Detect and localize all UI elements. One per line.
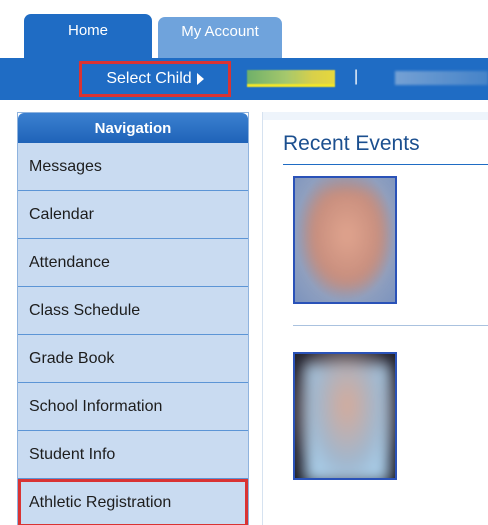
navigation-panel: Navigation Messages Calendar Attendance … [17, 112, 249, 525]
top-tab-bar: Home My Account [0, 0, 488, 60]
nav-item-student-info[interactable]: Student Info [18, 431, 248, 479]
selected-child-name-redacted[interactable] [247, 70, 335, 87]
nav-item-messages[interactable]: Messages [18, 143, 248, 191]
nav-item-class-schedule[interactable]: Class Schedule [18, 287, 248, 335]
nav-item-label: Attendance [29, 253, 110, 271]
select-child-button[interactable]: Select Child [79, 61, 231, 97]
navigation-header: Navigation [18, 113, 248, 143]
nav-item-label: Student Info [29, 445, 116, 463]
nav-item-attendance[interactable]: Attendance [18, 239, 248, 287]
separator: | [354, 68, 359, 85]
tab-home-label: Home [67, 22, 108, 39]
tab-my-account-label: My Account [181, 23, 259, 40]
blurred-photo-content [307, 190, 387, 290]
nav-item-label: Calendar [29, 205, 94, 223]
nav-item-label: Class Schedule [29, 301, 141, 319]
select-child-label: Select Child [106, 70, 192, 87]
tab-my-account[interactable]: My Account [158, 17, 282, 60]
nav-item-calendar[interactable]: Calendar [18, 191, 248, 239]
title-underline [283, 164, 488, 165]
event-photo[interactable] [293, 352, 397, 480]
nav-item-label: School Information [29, 397, 163, 415]
nav-item-label: Messages [29, 157, 102, 175]
event-divider [293, 325, 488, 326]
other-child-name-redacted[interactable] [395, 71, 488, 85]
event-photo[interactable] [293, 176, 397, 304]
recent-events-title: Recent Events [283, 132, 420, 155]
navigation-title: Navigation [94, 119, 172, 137]
nav-item-grade-book[interactable]: Grade Book [18, 335, 248, 383]
nav-item-school-information[interactable]: School Information [18, 383, 248, 431]
sub-navigation-bar: Select Child | [0, 58, 488, 100]
tab-home[interactable]: Home [24, 14, 152, 60]
main-content: Recent Events [262, 112, 488, 525]
caret-right-icon [196, 73, 204, 85]
nav-item-athletic-registration[interactable]: Athletic Registration [18, 479, 248, 525]
blurred-photo-content [305, 364, 389, 478]
nav-item-label: Grade Book [29, 349, 115, 367]
nav-item-label: Athletic Registration [29, 493, 172, 511]
main-top-strip [263, 112, 488, 120]
